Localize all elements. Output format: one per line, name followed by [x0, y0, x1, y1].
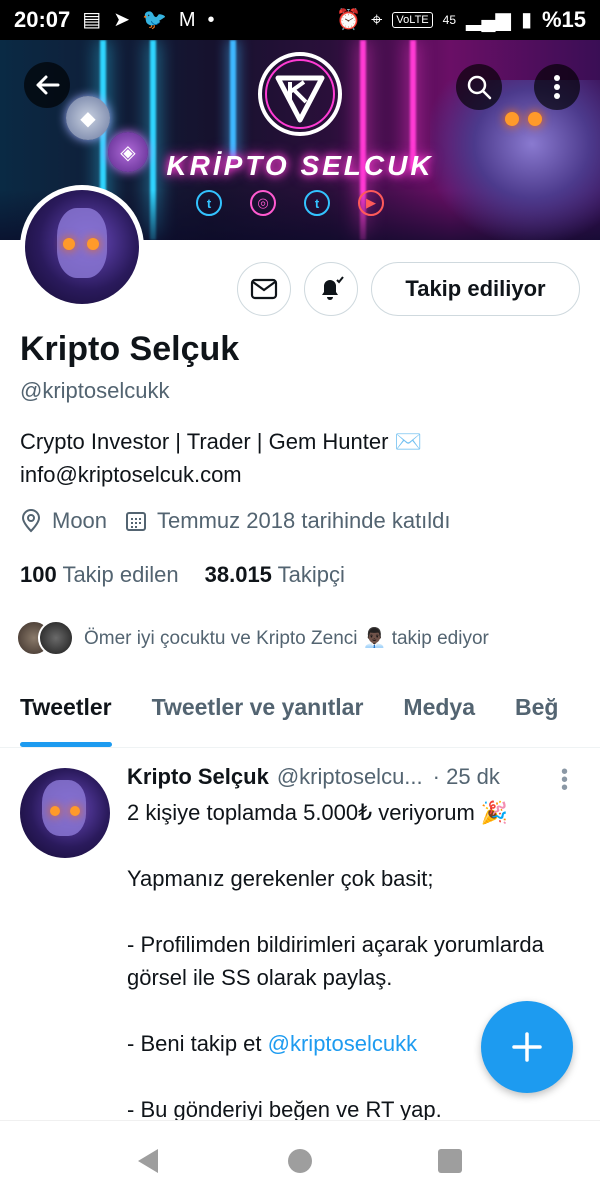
statue-eye — [505, 112, 519, 126]
follow-counts: 100 Takip edilen 38.015 Takipçi — [20, 562, 345, 588]
system-icons: ⏰ ⌖ VoLTE 45 ▂▄▆ ▮ %15 — [336, 7, 586, 33]
telegram-icon: ➤ — [113, 9, 130, 31]
tab-media[interactable]: Medya — [383, 680, 495, 747]
battery-percent: %15 — [541, 7, 586, 32]
profile-meta: Moon Temmuz 2018 tarihinde katıldı — [20, 508, 451, 534]
notifications-button[interactable] — [304, 262, 358, 316]
location-icon: ⌖ — [371, 9, 383, 31]
kripto-selcuk-logo — [258, 52, 342, 136]
profile-avatar[interactable] — [20, 185, 144, 309]
followed-by-text: Ömer iyi çocuktu ve Kripto Zenci 👨🏿‍💼 ta… — [84, 628, 489, 649]
recents-square-icon[interactable] — [437, 1148, 463, 1174]
profile-handle: @kriptoselcukk — [20, 378, 170, 403]
tab-tweets-and-replies[interactable]: Tweetler ve yanıtlar — [132, 680, 384, 747]
news-icon: ▤ — [82, 9, 102, 31]
alarm-icon: ⏰ — [336, 9, 362, 31]
status-time: 20:07 — [14, 7, 71, 32]
profile-location: Moon — [52, 508, 108, 533]
tweet-author-handle[interactable]: @kriptoselcu... — [277, 764, 423, 790]
avatar-eye — [70, 806, 80, 816]
battery-icon: ▮ — [520, 9, 532, 31]
tweet-more-icon[interactable]: • • • — [561, 762, 568, 798]
kebab-menu-icon — [554, 75, 560, 99]
twitter-icon: 🐦 — [141, 9, 167, 31]
following-link[interactable]: 100 Takip edilen — [20, 562, 179, 588]
tweet-author-name[interactable]: Kripto Selçuk — [127, 764, 269, 790]
youtube-icon: ▶ — [358, 190, 384, 216]
back-button[interactable] — [24, 62, 70, 108]
more-notifications-icon: • — [207, 9, 215, 31]
volte-badge: VoLTE — [392, 12, 433, 28]
tumblr-icon: t — [304, 190, 330, 216]
tweet-line: 2 kişiye toplamda 5.000₺ veriyorum 🎉 — [127, 800, 509, 825]
following-button[interactable]: Takip ediliyor — [371, 262, 580, 316]
profile-joined-date: Temmuz 2018 tarihinde katıldı — [157, 508, 451, 533]
tab-label: Tweetler — [20, 694, 112, 720]
arrow-left-icon — [36, 75, 60, 95]
calendar-icon — [125, 510, 147, 532]
avatar-eye — [87, 238, 99, 250]
tweet-line: - Profilimden bildirimleri açarak yoruml… — [127, 932, 544, 990]
gmail-icon: M — [178, 9, 196, 31]
profile-name: Kripto Selçuk — [20, 330, 240, 368]
avatar-image — [25, 190, 139, 304]
followers-link[interactable]: 38.015 Takipçi — [205, 562, 345, 588]
search-button[interactable] — [456, 64, 502, 110]
notification-icons: ▤ ➤ 🐦 M • — [82, 10, 214, 30]
twitter-icon: t — [196, 190, 222, 216]
compose-tweet-button[interactable] — [481, 1001, 573, 1093]
tab-label: Tweetler ve yanıtlar — [151, 694, 364, 720]
envelope-icon — [250, 278, 278, 300]
tweet-author-avatar[interactable] — [20, 768, 110, 858]
tab-label: Beğ — [515, 694, 559, 720]
banner-title: KRİPTO SELCUK — [166, 150, 434, 181]
mention-link[interactable]: @kriptoselcukk — [268, 1031, 418, 1056]
tweet-line: Yapmanız gerekenler çok basit; — [127, 866, 434, 891]
network-type: 45 — [442, 13, 456, 27]
tweet-text-segment: - Beni takip et — [127, 1031, 268, 1056]
bio-line: Crypto Investor | Trader | Gem Hunter ✉️ — [20, 429, 422, 454]
message-button[interactable] — [237, 262, 291, 316]
followed-by-row[interactable]: Ömer iyi çocuktu ve Kripto Zenci 👨🏿‍💼 ta… — [16, 620, 489, 656]
location-icon — [20, 509, 42, 533]
signal-icon: ▂▄▆ — [466, 9, 511, 31]
avatar-eye — [50, 806, 60, 816]
followers-label: Takipçi — [277, 562, 345, 587]
neon-beam — [230, 40, 236, 160]
ethereum-coin-icon: ◆ — [66, 96, 110, 140]
tweet-header: Kripto Selçuk @kriptoselcu... · 25 dk — [127, 764, 577, 790]
home-circle-icon[interactable] — [287, 1148, 313, 1174]
followers-count: 38.015 — [204, 562, 272, 587]
instagram-icon: ◎ — [250, 190, 276, 216]
tab-tweets[interactable]: Tweetler — [0, 680, 132, 747]
following-label: Takip edilen — [62, 562, 179, 587]
tab-likes[interactable]: Beğ — [495, 680, 578, 747]
following-count: 100 — [20, 562, 57, 587]
search-icon — [467, 75, 492, 100]
status-bar: 20:07 ▤ ➤ 🐦 M • ⏰ ⌖ VoLTE 45 ▂▄▆ ▮ %15 — [0, 0, 600, 40]
system-nav-bar — [0, 1120, 600, 1200]
back-triangle-icon[interactable] — [134, 1147, 162, 1175]
active-tab-indicator — [20, 742, 112, 747]
more-options-button[interactable] — [534, 64, 580, 110]
plus-icon — [512, 1032, 542, 1062]
profile-bio: Crypto Investor | Trader | Gem Hunter ✉️… — [20, 425, 580, 491]
tab-label: Medya — [403, 694, 475, 720]
follower-avatar — [38, 620, 74, 656]
tweet-time: · 25 dk — [432, 764, 500, 789]
statue-eye — [528, 112, 542, 126]
profile-tabs: Tweetler Tweetler ve yanıtlar Medya Beğ — [0, 680, 600, 748]
banner-social-icons: t ◎ t ▶ — [196, 190, 384, 216]
bell-check-icon — [322, 276, 344, 300]
bio-email: info@kriptoselcuk.com — [20, 462, 242, 487]
avatar-eye — [63, 238, 75, 250]
